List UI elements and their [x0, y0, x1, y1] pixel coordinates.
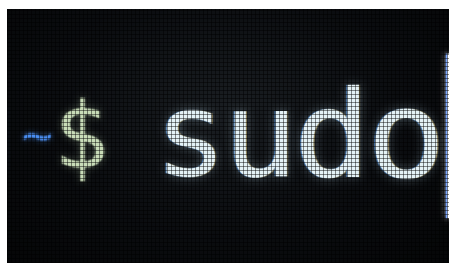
current-directory: ~ — [21, 105, 54, 167]
prompt-symbol: $ — [53, 82, 110, 190]
cwd-bracket: ] — [7, 94, 20, 178]
text-cursor — [446, 53, 449, 219]
command-input[interactable]: sudo — [154, 65, 441, 208]
command-line: ] ~ $ sudo — [7, 53, 449, 219]
terminal-photo: ] ~ $ sudo — [7, 9, 449, 263]
